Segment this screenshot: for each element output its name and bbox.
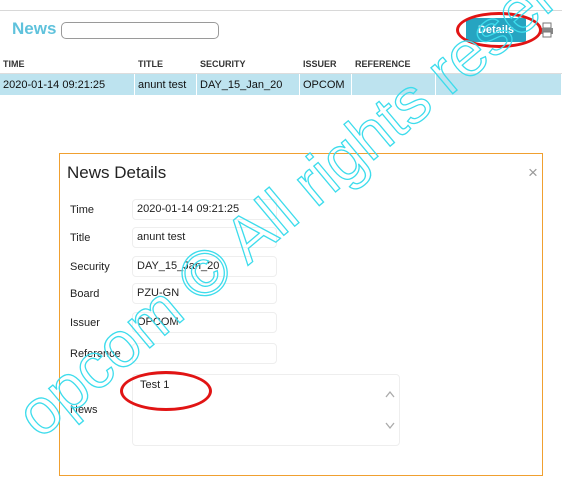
time-field: 2020-01-14 09:21:25 — [132, 199, 277, 220]
field-label-news: News — [70, 404, 98, 416]
news-table: TIME TITLE SECURITY ISSUER REFERENCE 202… — [0, 55, 562, 95]
board-field: PZU-GN — [132, 283, 277, 304]
news-search-input[interactable] — [61, 22, 219, 39]
issuer-field: OPCOM — [132, 312, 277, 333]
column-header-security[interactable]: SECURITY — [197, 55, 300, 73]
print-icon[interactable] — [540, 22, 554, 38]
cell-reference — [352, 74, 436, 95]
column-header-time[interactable]: TIME — [0, 55, 135, 73]
field-label-time: Time — [70, 204, 95, 216]
security-field: DAY_15_Jan_20 — [132, 256, 277, 277]
details-highlight-circle — [456, 12, 542, 48]
title-field: anunt test — [132, 227, 277, 248]
cell-extra — [436, 74, 562, 95]
field-label-security: Security — [70, 261, 110, 273]
cell-issuer: OPCOM — [300, 74, 352, 95]
table-row[interactable]: 2020-01-14 09:21:25 anunt test DAY_15_Ja… — [0, 74, 562, 95]
field-label-title: Title — [70, 232, 91, 244]
news-panel-title: News — [12, 19, 57, 38]
column-header-title[interactable]: TITLE — [135, 55, 197, 73]
field-label-reference: Reference — [70, 348, 121, 360]
scroll-up-icon[interactable] — [385, 390, 395, 398]
news-highlight-circle — [120, 371, 212, 411]
field-label-board: Board — [70, 288, 100, 300]
news-details-dialog: News Details × Time 2020-01-14 09:21:25 … — [59, 153, 543, 476]
scroll-down-icon[interactable] — [385, 422, 395, 430]
close-icon[interactable]: × — [528, 164, 538, 181]
reference-field — [132, 343, 277, 364]
cell-security: DAY_15_Jan_20 — [197, 74, 300, 95]
table-header: TIME TITLE SECURITY ISSUER REFERENCE — [0, 55, 562, 74]
cell-title: anunt test — [135, 74, 197, 95]
column-header-extra — [436, 55, 562, 73]
column-header-issuer[interactable]: ISSUER — [300, 55, 352, 73]
top-divider — [0, 10, 562, 11]
column-header-reference[interactable]: REFERENCE — [352, 55, 436, 73]
dialog-title: News Details — [67, 163, 167, 182]
cell-time: 2020-01-14 09:21:25 — [0, 74, 135, 95]
field-label-issuer: Issuer — [70, 317, 100, 329]
